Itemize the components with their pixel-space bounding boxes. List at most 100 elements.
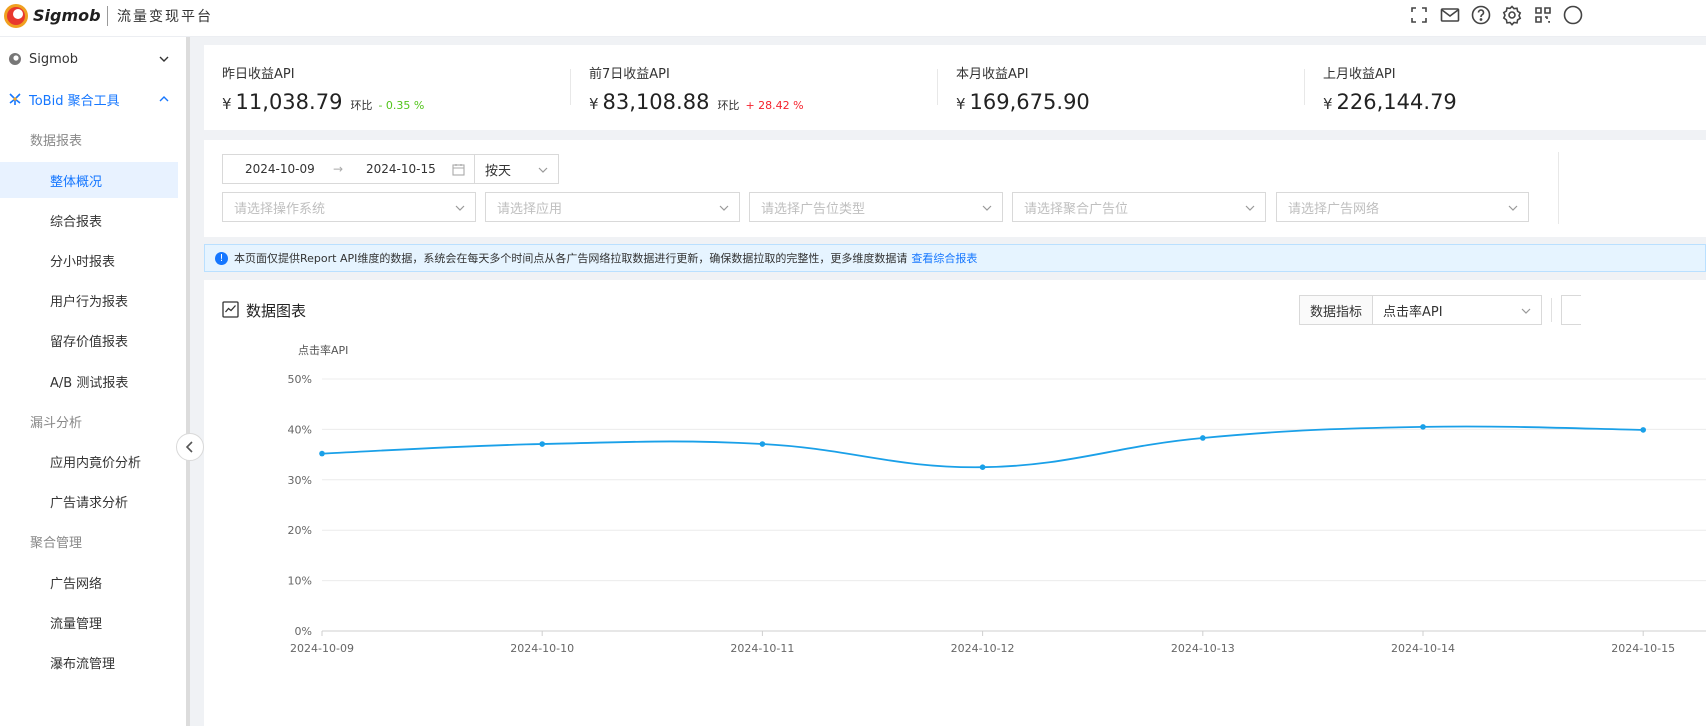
- sidebar-item[interactable]: 流量管理: [0, 604, 178, 640]
- sidebar-item[interactable]: 分小时报表: [0, 242, 178, 278]
- sidebar-item-label: 漏斗分析: [30, 415, 83, 431]
- stat-currency: ¥: [589, 95, 599, 113]
- sidebar-item[interactable]: 留存价值报表: [0, 322, 178, 358]
- os-select-placeholder: 请选择操作系统: [234, 201, 326, 217]
- stat-value: 169,675.90: [969, 90, 1090, 114]
- more-icon[interactable]: [1562, 4, 1584, 26]
- chart-extra-control[interactable]: [1561, 295, 1581, 325]
- sidebar-item-label: 流量管理: [50, 616, 103, 632]
- sidebar-item[interactable]: A/B 测试报表: [0, 363, 178, 399]
- date-end[interactable]: 2024-10-15: [366, 162, 436, 176]
- chevron-down-icon: [1521, 308, 1531, 314]
- platform-title: 流量变现平台: [117, 9, 213, 25]
- chevron-down-icon[interactable]: [158, 53, 170, 65]
- info-icon: !: [215, 251, 228, 265]
- sidebar-item-label: 用户行为报表: [50, 294, 129, 310]
- sidebar-item-label: 综合报表: [50, 214, 103, 230]
- y-tick-label: 30%: [288, 474, 312, 487]
- sidebar-item[interactable]: 应用内竟价分析: [0, 443, 178, 479]
- stat-yesterday: 昨日收益API ¥ 11,038.79 环比 - 0.35 %: [222, 63, 424, 114]
- sidebar-top-item[interactable]: Sigmob: [0, 41, 178, 77]
- x-tick-label: 2024-10-15: [1611, 642, 1675, 655]
- stat-label: 本月收益API: [956, 67, 1029, 82]
- mail-icon[interactable]: [1439, 4, 1461, 26]
- sidebar-item-label: Sigmob: [29, 51, 78, 67]
- sidebar-item[interactable]: 综合报表: [0, 202, 178, 238]
- comprehensive-report-link[interactable]: 查看综合报表: [911, 250, 977, 266]
- sidebar-item[interactable]: 瀑布流管理: [0, 644, 178, 680]
- date-start[interactable]: 2024-10-09: [245, 162, 315, 176]
- info-notice: ! 本页面仅提供Report API维度的数据，系统会在每天多个时间点从各广告网…: [204, 244, 1706, 272]
- scan-icon[interactable]: [1532, 4, 1554, 26]
- stat-last-month: 上月收益API ¥ 226,144.79: [1323, 63, 1457, 114]
- sidebar-item[interactable]: 用户行为报表: [0, 282, 178, 318]
- sidebar: Sigmob ToBid 聚合工具 数据报表整体概况综合报表分小时报表用户行为报表留…: [0, 37, 186, 726]
- stat-hb-label: 环比: [717, 99, 740, 112]
- sidebar-scrollbar[interactable]: [186, 37, 190, 726]
- sidebar-item[interactable]: 广告请求分析: [0, 483, 178, 519]
- sidebar-group-label: 漏斗分析: [0, 403, 178, 439]
- sidebar-item[interactable]: 整体概况: [0, 162, 178, 198]
- sidebar-top-item[interactable]: ToBid 聚合工具: [0, 81, 178, 117]
- calendar-icon: [452, 164, 465, 176]
- y-tick-label: 20%: [288, 524, 312, 537]
- stat-delta: + 28.42 %: [745, 99, 804, 112]
- line-chart: 点击率API 0% 10% 20% 30% 40% 50% 2024-10-09 2024-10…: [288, 343, 1706, 655]
- granularity-value: 按天: [485, 163, 512, 179]
- header-divider: [107, 6, 108, 26]
- x-tick-label: 2024-10-10: [510, 642, 574, 655]
- y-axis-label: 点击率API: [298, 343, 348, 357]
- ad-network-select[interactable]: 请选择广告网络: [1276, 192, 1529, 222]
- chevron-down-icon: [1508, 205, 1518, 211]
- sidebar-item-label: 数据报表: [30, 133, 83, 149]
- chevron-down-icon: [455, 205, 465, 211]
- chevron-down-icon: [719, 205, 729, 211]
- sidebar-item-label: 瀑布流管理: [50, 656, 116, 672]
- tobid-icon: [9, 93, 21, 105]
- stat-hb-label: 环比: [350, 99, 373, 112]
- sigmob-logo-icon[interactable]: [2, 2, 30, 30]
- chevron-up-icon[interactable]: [158, 93, 170, 105]
- metric-select[interactable]: 点击率API: [1372, 295, 1542, 325]
- help-icon[interactable]: [1470, 4, 1492, 26]
- y-tick-label: 10%: [288, 575, 312, 588]
- fullscreen-icon[interactable]: [1408, 4, 1430, 26]
- data-point: [1420, 424, 1426, 430]
- metric-label: 数据指标: [1299, 295, 1373, 325]
- chevron-left-icon: [185, 441, 193, 453]
- sidebar-collapse-button[interactable]: [176, 433, 204, 461]
- metric-divider: [1551, 298, 1552, 322]
- os-select[interactable]: 请选择操作系统: [222, 192, 476, 222]
- chevron-down-icon: [982, 205, 992, 211]
- filter-divider: [1558, 152, 1559, 224]
- stat-label: 昨日收益API: [222, 67, 295, 82]
- date-range-picker[interactable]: 2024-10-09 → 2024-10-15: [222, 154, 475, 184]
- sidebar-item-label: 广告网络: [50, 576, 103, 592]
- sidebar-item[interactable]: 广告网络: [0, 564, 178, 600]
- sidebar-item-label: ToBid 聚合工具: [29, 93, 120, 109]
- x-tick-label: 2024-10-13: [1171, 642, 1235, 655]
- stat-currency: ¥: [1323, 95, 1333, 113]
- sidebar-item-label: 广告请求分析: [50, 495, 129, 511]
- sigmob-icon: [9, 53, 21, 65]
- brand-name[interactable]: Sigmob: [33, 6, 101, 25]
- y-tick-label: 40%: [288, 423, 312, 436]
- sidebar-item-label: 留存价值报表: [50, 334, 129, 350]
- settings-icon[interactable]: [1501, 4, 1523, 26]
- ad-slot-type-select[interactable]: 请选择广告位类型: [749, 192, 1003, 222]
- sidebar-item-label: 分小时报表: [50, 254, 116, 270]
- sidebar-group-label: 数据报表: [0, 121, 178, 157]
- notice-text: 本页面仅提供Report API维度的数据，系统会在每天多个时间点从各广告网络拉…: [234, 252, 908, 265]
- granularity-select[interactable]: 按天: [474, 154, 559, 184]
- stat-divider: [1304, 69, 1305, 105]
- data-point: [979, 464, 986, 470]
- sidebar-item-label: 整体概况: [50, 174, 103, 190]
- app-select[interactable]: 请选择应用: [485, 192, 740, 222]
- chevron-down-icon: [1245, 205, 1255, 211]
- stat-delta: - 0.35 %: [378, 99, 425, 112]
- chevron-down-icon: [538, 167, 548, 173]
- series-line: [321, 425, 1644, 469]
- aggregate-ad-slot-select[interactable]: 请选择聚合广告位: [1012, 192, 1266, 222]
- x-tick-label: 2024-10-12: [951, 642, 1015, 655]
- chart-card: 数据图表 数据指标 点击率API 点击率API 0% 10% 20% 30% 40% 50%…: [204, 280, 1706, 726]
